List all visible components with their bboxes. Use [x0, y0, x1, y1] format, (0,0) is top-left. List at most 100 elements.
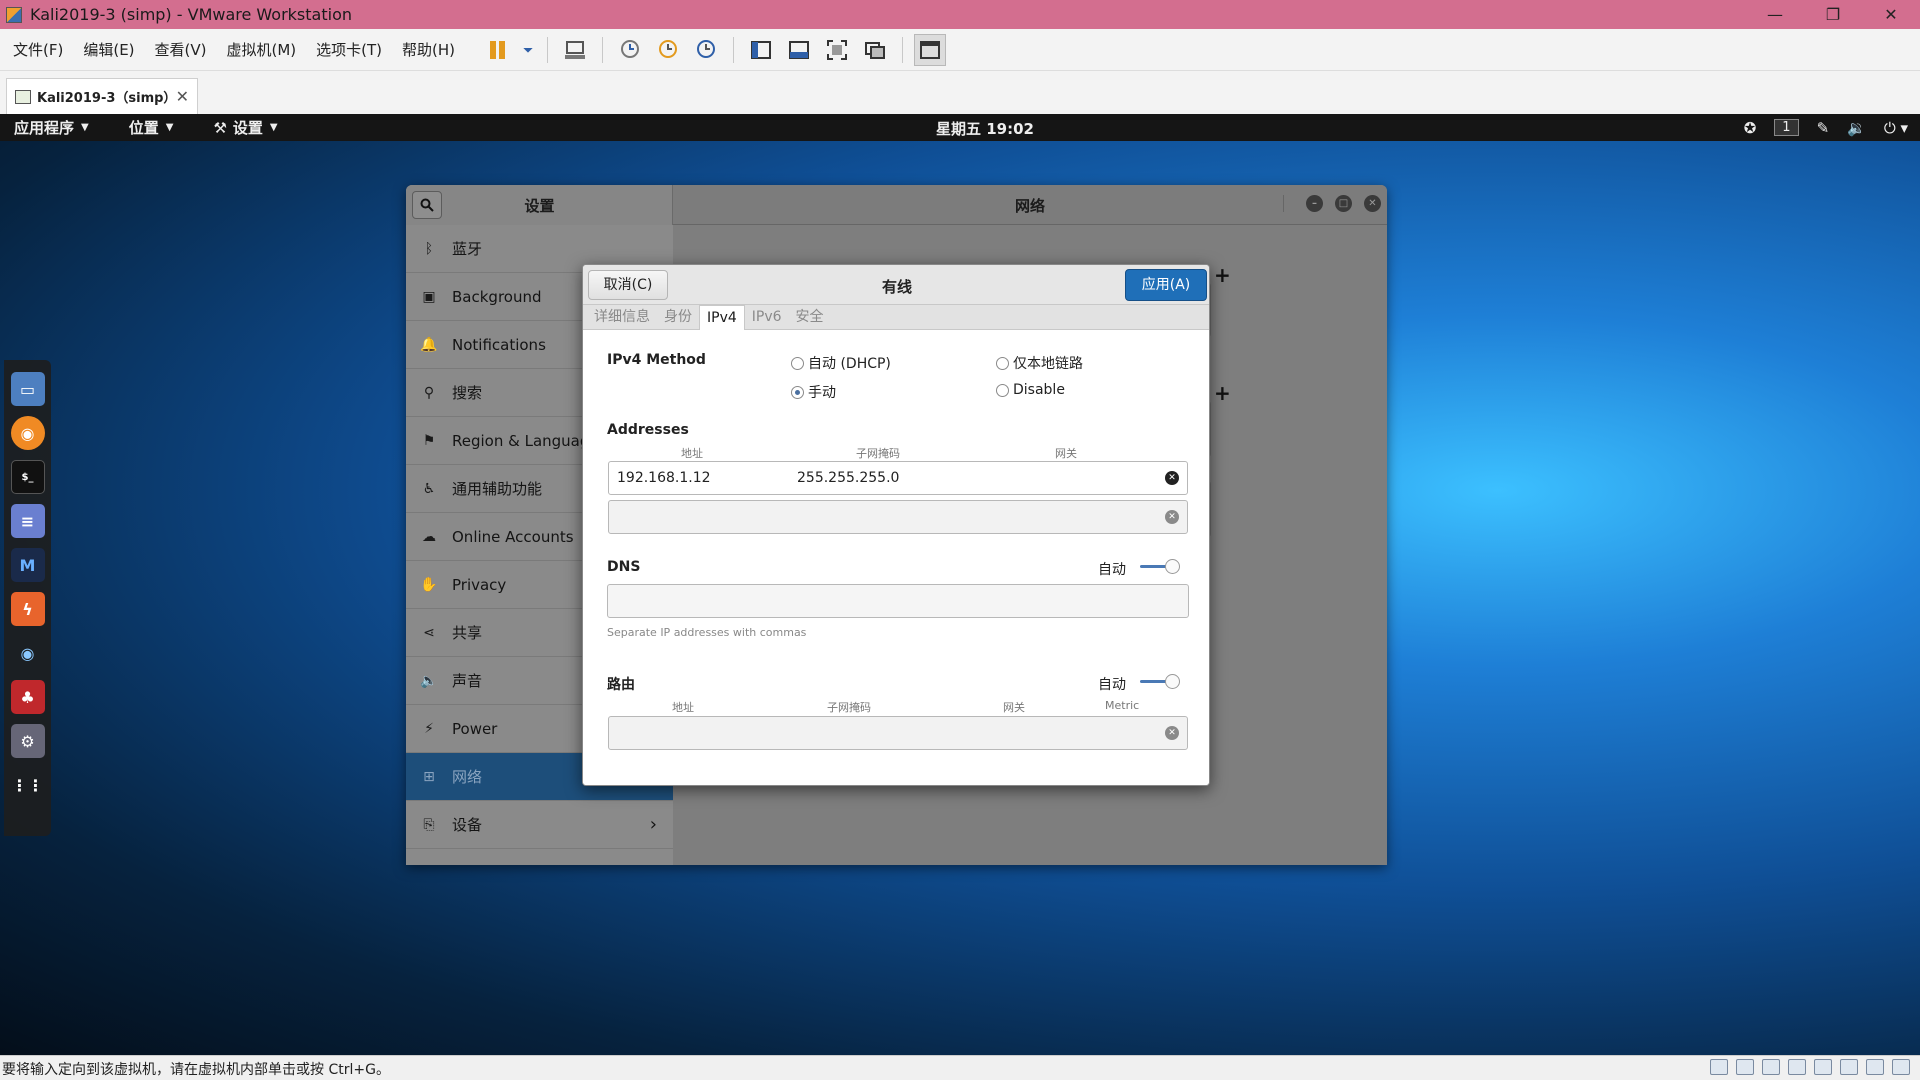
- method-manual-radio[interactable]: 手动: [791, 382, 836, 402]
- speaker-icon: 🔈: [420, 672, 438, 689]
- sidebar-item-label: 网络: [452, 768, 483, 786]
- method-auto-radio[interactable]: 自动 (DHCP): [791, 353, 891, 373]
- route-row[interactable]: ✕: [608, 716, 1188, 750]
- message-log-icon[interactable]: [1892, 1059, 1910, 1075]
- dns-auto-toggle[interactable]: [1140, 559, 1180, 574]
- menu-view[interactable]: 查看(V): [147, 39, 215, 60]
- routes-label: 路由: [607, 677, 635, 693]
- hard-disk-icon[interactable]: [1710, 1059, 1728, 1075]
- method-disable-radio[interactable]: Disable: [996, 382, 1065, 398]
- sidebar-item-label: Notifications: [452, 335, 546, 354]
- wired-dialog: 取消(C) 有线 应用(A) 详细信息 身份 IPv4 IPv6 安全 IPv4…: [582, 264, 1210, 786]
- route-gateway-column-header: 网关: [1003, 701, 1025, 714]
- search-icon: ⚲: [423, 384, 435, 401]
- pen-icon[interactable]: ✎: [1817, 119, 1830, 137]
- printer-icon[interactable]: [1840, 1059, 1858, 1075]
- restore-button[interactable]: ❐: [1804, 0, 1862, 29]
- gear-icon[interactable]: ⚙: [10, 724, 45, 758]
- add-vpn-icon[interactable]: +: [1214, 381, 1231, 405]
- power-menu-icon[interactable]: ⏻ ▾: [1884, 119, 1908, 137]
- sidebar-item-label: 搜索: [452, 384, 483, 402]
- sidebar-item-label: 蓝牙: [452, 240, 483, 258]
- dns-label: DNS: [607, 559, 641, 575]
- display-icon[interactable]: [1866, 1059, 1884, 1075]
- snapshot-manager-icon[interactable]: [690, 34, 722, 66]
- minimize-icon[interactable]: –: [1306, 195, 1323, 212]
- unity-mode-icon[interactable]: [859, 34, 891, 66]
- route-metric-column-header: Metric: [1105, 699, 1140, 712]
- maximize-icon[interactable]: □: [1335, 195, 1352, 212]
- routes-auto-label: 自动: [1098, 677, 1126, 693]
- metasploit-icon[interactable]: M: [10, 548, 45, 582]
- method-link-local-label: 仅本地链路: [1013, 356, 1083, 372]
- pause-icon[interactable]: [482, 34, 514, 66]
- menu-edit[interactable]: 编辑(E): [75, 39, 142, 60]
- files-icon[interactable]: ▭: [10, 372, 45, 406]
- camera-icon[interactable]: ✪: [1744, 119, 1757, 137]
- usb-icon[interactable]: [1788, 1059, 1806, 1075]
- routes-auto-toggle[interactable]: [1140, 674, 1180, 689]
- cd-drive-icon[interactable]: [1736, 1059, 1754, 1075]
- method-link-local-radio[interactable]: 仅本地链路: [996, 353, 1083, 373]
- tab-close-icon[interactable]: ✕: [176, 87, 189, 106]
- settings-title: 设置: [524, 197, 555, 215]
- volume-icon[interactable]: 🔉: [1847, 119, 1866, 137]
- workspace-indicator[interactable]: 1: [1774, 119, 1799, 136]
- sidebar-item-label: Privacy: [452, 575, 507, 594]
- cherrytree-icon[interactable]: ♣: [10, 680, 45, 714]
- dns-input[interactable]: [607, 584, 1189, 618]
- window-title-bar: Kali2019-3 (simp) - VMware Workstation —…: [0, 0, 1920, 29]
- tab-details[interactable]: 详细信息: [587, 305, 657, 330]
- remove-route-icon[interactable]: ✕: [1165, 726, 1179, 740]
- vmware-status-bar: 要将输入定向到该虚拟机，请在虚拟机内部单击或按 Ctrl+G。: [0, 1055, 1920, 1080]
- bluetooth-icon: ᛒ: [424, 240, 434, 257]
- sidebar-toggle-icon[interactable]: [745, 34, 777, 66]
- terminal-icon[interactable]: $_: [10, 460, 45, 494]
- remove-address-icon[interactable]: ✕: [1165, 510, 1179, 524]
- tab-identity[interactable]: 身份: [657, 305, 699, 330]
- vmware-tab-strip: Kali2019-3（simp） ✕: [0, 71, 1920, 114]
- sound-card-icon[interactable]: [1814, 1059, 1832, 1075]
- method-auto-label: 自动 (DHCP): [808, 356, 891, 372]
- menu-tabs[interactable]: 选项卡(T): [308, 39, 390, 60]
- empty-address-row[interactable]: ✕: [608, 500, 1188, 534]
- sidebar-item-label: 声音: [452, 672, 483, 690]
- menu-file[interactable]: 文件(F): [5, 39, 71, 60]
- address-row: 192.168.1.12 255.255.255.0 ✕: [608, 461, 1188, 495]
- menu-help[interactable]: 帮助(H): [394, 39, 463, 60]
- netmask-input[interactable]: 255.255.255.0: [797, 470, 899, 486]
- clock[interactable]: 星期五 19:02: [0, 118, 1920, 139]
- route-address-column-header: 地址: [672, 701, 694, 714]
- method-disable-label: Disable: [1013, 382, 1065, 398]
- apply-button[interactable]: 应用(A): [1125, 269, 1207, 301]
- dns-hint: Separate IP addresses with commas: [607, 626, 807, 639]
- eye-icon[interactable]: ◉: [11, 636, 45, 670]
- vm-tab[interactable]: Kali2019-3（simp） ✕: [6, 78, 198, 114]
- text-editor-icon[interactable]: ≡: [10, 504, 45, 538]
- fullscreen-icon[interactable]: [821, 34, 853, 66]
- burpsuite-icon[interactable]: ϟ: [10, 592, 45, 626]
- tab-ipv4[interactable]: IPv4: [699, 305, 745, 330]
- tab-ipv6[interactable]: IPv6: [745, 305, 789, 330]
- network-adapter-icon[interactable]: [1762, 1059, 1780, 1075]
- close-icon[interactable]: ✕: [1364, 195, 1381, 212]
- menu-vm[interactable]: 虚拟机(M): [219, 39, 305, 60]
- address-input[interactable]: 192.168.1.12: [617, 470, 711, 486]
- vmware-toolbar: [479, 33, 949, 66]
- app-grid-icon[interactable]: ⋮⋮: [11, 768, 45, 802]
- send-keys-icon[interactable]: [559, 34, 591, 66]
- netmask-column-header: 子网掩码: [856, 447, 900, 460]
- revert-snapshot-icon[interactable]: [652, 34, 684, 66]
- snapshot-icon[interactable]: [614, 34, 646, 66]
- close-button[interactable]: ✕: [1862, 0, 1920, 29]
- console-view-icon[interactable]: [914, 33, 947, 66]
- sidebar-item-devices[interactable]: ⎘ 设备 ›: [406, 801, 673, 849]
- power-dropdown-icon[interactable]: [520, 34, 536, 66]
- share-icon: ⋖: [423, 624, 435, 641]
- firefox-icon[interactable]: ◉: [10, 416, 45, 450]
- thumbnail-bar-icon[interactable]: [783, 34, 815, 66]
- tab-security[interactable]: 安全: [789, 305, 831, 330]
- remove-address-icon[interactable]: ✕: [1165, 471, 1179, 485]
- add-connection-icon[interactable]: +: [1214, 263, 1231, 287]
- minimize-button[interactable]: —: [1746, 0, 1804, 29]
